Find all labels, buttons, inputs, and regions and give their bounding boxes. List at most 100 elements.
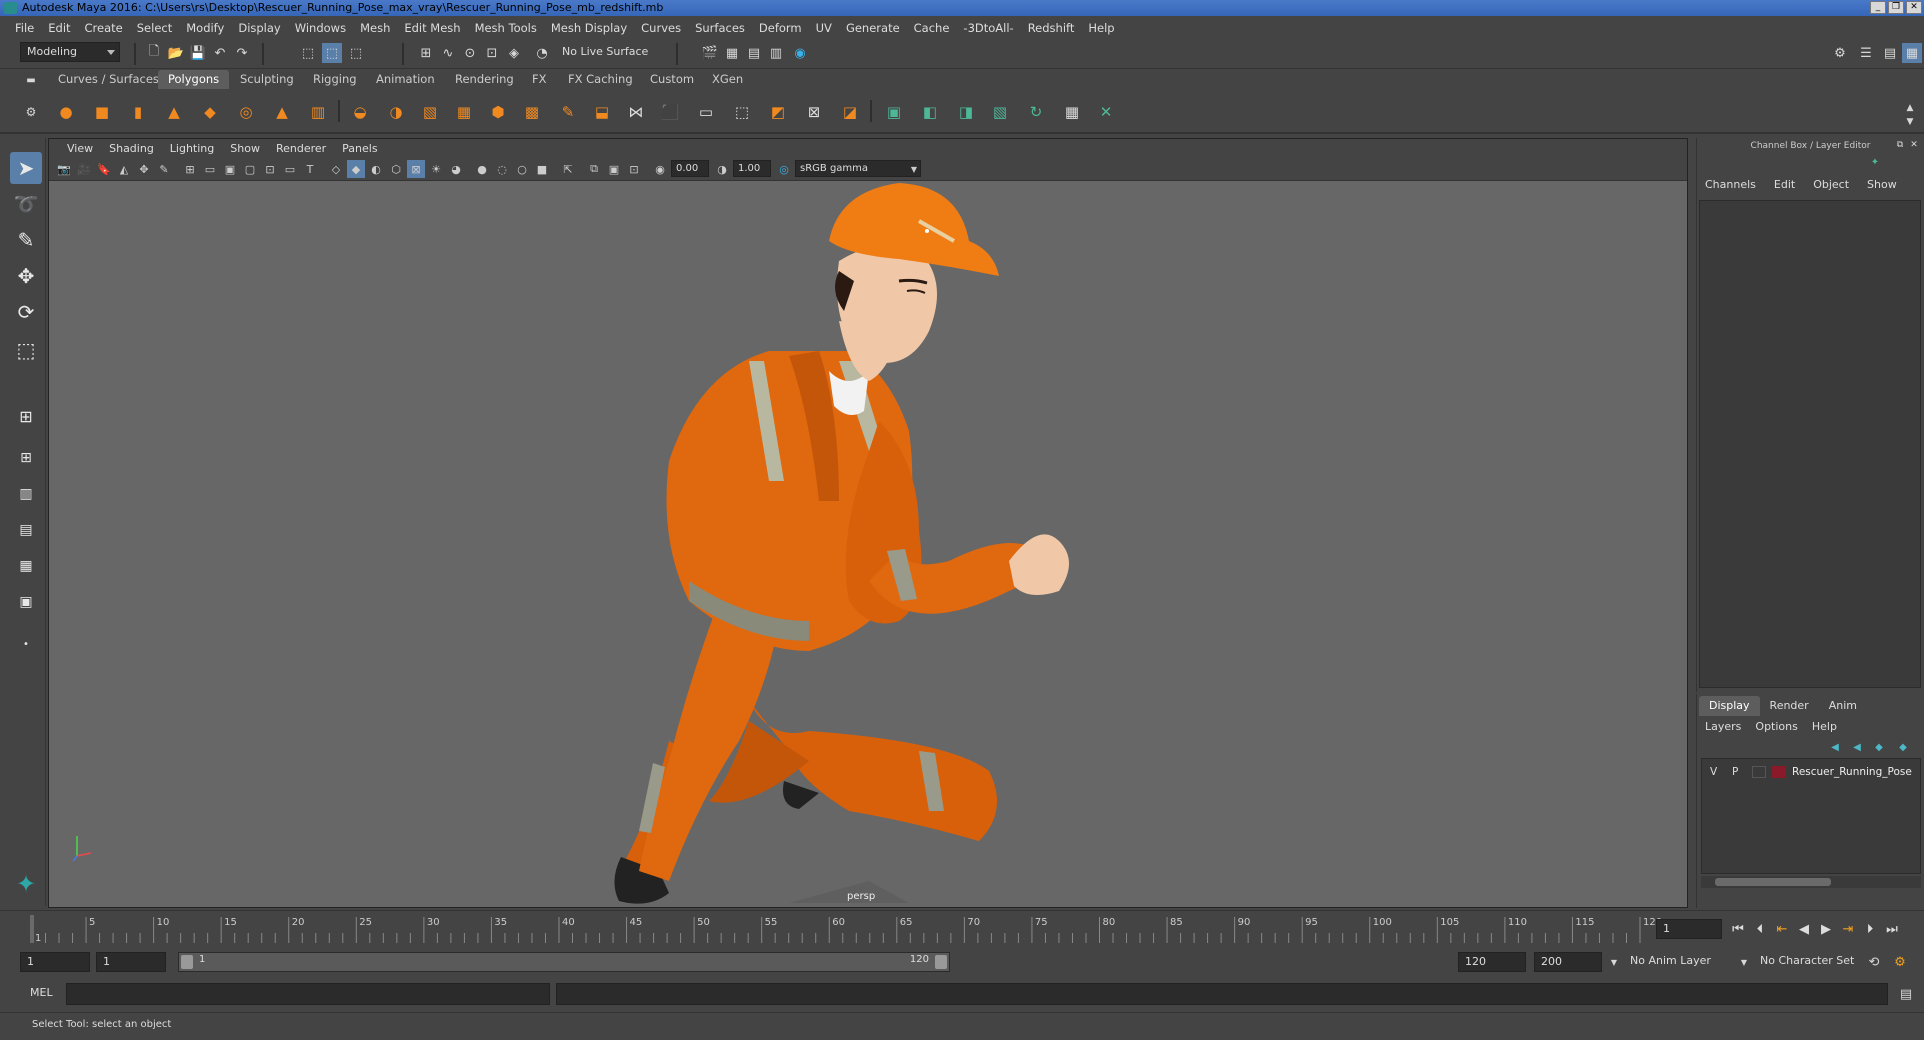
menu-select[interactable]: Select	[130, 21, 179, 35]
default-material-icon[interactable]: ◐	[367, 160, 385, 178]
mel-label[interactable]: MEL	[30, 986, 53, 999]
viewport-menu-show[interactable]: Show	[222, 142, 268, 155]
viewport-menu-renderer[interactable]: Renderer	[268, 142, 334, 155]
scale-tool-icon[interactable]: ⬚	[10, 334, 42, 366]
tab-sculpting[interactable]: Sculpting	[230, 70, 304, 89]
viewport-menu-shading[interactable]: Shading	[101, 142, 162, 155]
edit-menu[interactable]: Edit	[1774, 176, 1795, 194]
poly-cone-icon[interactable]: ▲	[160, 98, 188, 126]
auto-key-icon[interactable]: ⟲	[1864, 952, 1884, 972]
xray-joints-icon[interactable]: ▣	[605, 160, 623, 178]
scrollbar-thumb[interactable]	[1715, 878, 1831, 886]
tab-fx-caching[interactable]: FX Caching	[558, 70, 643, 89]
maximize-button[interactable]: ❐	[1888, 1, 1904, 14]
gate-mask-icon[interactable]: ▢	[241, 160, 259, 178]
menu-create[interactable]: Create	[78, 21, 130, 35]
planar-map-icon[interactable]: ▣	[880, 98, 908, 126]
move-layer-down-icon[interactable]: ◀	[1847, 740, 1867, 754]
field-chart-icon[interactable]: ⊡	[261, 160, 279, 178]
render-settings-icon[interactable]: ▤	[744, 43, 764, 63]
tab-polygons[interactable]: Polygons	[158, 70, 230, 89]
character-set-dropdown[interactable]: No Character Set	[1754, 952, 1870, 972]
wireframe-on-shaded-icon[interactable]: ⬡	[387, 160, 405, 178]
animation-end-field[interactable]: 200	[1534, 952, 1602, 972]
boolean-icon[interactable]: ⬢	[484, 98, 512, 126]
camera-attributes-icon[interactable]: 🎥	[75, 160, 93, 178]
extrude-icon[interactable]: ⬓	[588, 98, 616, 126]
layer-visibility-toggle[interactable]: V	[1710, 763, 1717, 781]
ambient-occlusion-icon[interactable]: ●	[473, 160, 491, 178]
layout-single-icon[interactable]: ⊞	[10, 442, 42, 474]
shelf-menu-icon[interactable]: ▬	[20, 70, 42, 90]
menu-curves[interactable]: Curves	[634, 21, 688, 35]
menu-set-dropdown[interactable]: Modeling	[20, 42, 120, 62]
step-forward-icon[interactable]: ⏵	[1860, 919, 1880, 939]
new-scene-icon[interactable]: 🗋	[144, 43, 164, 63]
bookmark-icon[interactable]: 🔖	[95, 160, 113, 178]
smooth-shade-icon[interactable]: ◆	[347, 160, 365, 178]
xray-icon[interactable]: ⧉	[585, 160, 603, 178]
show-menu[interactable]: Show	[1867, 176, 1897, 194]
layout-persp-graph-icon[interactable]: ▤	[10, 514, 42, 546]
viewport-menu-panels[interactable]: Panels	[334, 142, 385, 155]
ipr-render-icon[interactable]: ▦	[722, 43, 742, 63]
undo-icon[interactable]: ↶	[210, 43, 230, 63]
chevron-down-icon[interactable]: ▼	[1604, 952, 1624, 972]
viewport-menu-lighting[interactable]: Lighting	[162, 142, 222, 155]
go-to-start-icon[interactable]: ⏮	[1728, 919, 1748, 939]
resolution-gate-icon[interactable]: ▣	[221, 160, 239, 178]
poly-plane-icon[interactable]: ◆	[196, 98, 224, 126]
channel-box-toggle-icon[interactable]: ▦	[1902, 43, 1922, 63]
tab-fx[interactable]: FX	[522, 70, 557, 89]
minimize-button[interactable]: _	[1870, 1, 1886, 14]
channels-menu[interactable]: Channels	[1705, 176, 1756, 194]
mirror-icon[interactable]: ▩	[518, 98, 546, 126]
safe-title-icon[interactable]: T	[301, 160, 319, 178]
shelf-scroll-down-icon[interactable]: ▼	[1900, 112, 1920, 132]
camera-select-icon[interactable]: 📷	[55, 160, 73, 178]
image-plane-icon[interactable]: ◭	[115, 160, 133, 178]
tab-custom[interactable]: Custom	[640, 70, 704, 89]
tool-settings-icon[interactable]: ▤	[1880, 43, 1900, 63]
select-object-icon[interactable]: ⬚	[322, 43, 342, 63]
step-back-key-icon[interactable]: ⇤	[1772, 919, 1792, 939]
hypershade-icon[interactable]: ▥	[766, 43, 786, 63]
tab-display[interactable]: Display	[1699, 696, 1760, 716]
combine-icon[interactable]: ◒	[346, 98, 374, 126]
object-menu[interactable]: Object	[1813, 176, 1849, 194]
tab-curves-surfaces[interactable]: Curves / Surfaces	[48, 70, 169, 89]
float-panel-icon[interactable]: ⧉	[1893, 138, 1907, 152]
select-tool-icon[interactable]: ➤	[10, 152, 42, 184]
shadows-icon[interactable]: ◕	[447, 160, 465, 178]
bevel-icon[interactable]: ⬛	[656, 98, 684, 126]
separate-icon[interactable]: ◑	[382, 98, 410, 126]
layout-hypershade-icon[interactable]: ▣	[10, 586, 42, 618]
extract-icon[interactable]: ▧	[416, 98, 444, 126]
grease-pencil-icon[interactable]: ✎	[155, 160, 173, 178]
layer-color-swatch[interactable]	[1772, 766, 1786, 778]
close-button[interactable]: ✕	[1906, 1, 1922, 14]
automatic-map-icon[interactable]: ▧	[986, 98, 1014, 126]
menu-mesh-tools[interactable]: Mesh Tools	[468, 21, 544, 35]
snap-surface-icon[interactable]: ◈	[504, 43, 524, 63]
render-frame-icon[interactable]: 🎬	[700, 43, 720, 63]
menu-redshift[interactable]: Redshift	[1021, 21, 1082, 35]
merge-icon[interactable]: ⊠	[800, 98, 828, 126]
tab-xgen[interactable]: XGen	[702, 70, 753, 89]
insert-edge-loop-icon[interactable]: ▭	[692, 98, 720, 126]
timeline-ruler[interactable]: 15 10 15 20 25 30 35 40 45 50 55 60 65 70 75 80 85 90 95 10…	[0, 911, 1924, 949]
cylindrical-map-icon[interactable]: ◧	[916, 98, 944, 126]
play-forward-icon[interactable]: ▶	[1816, 919, 1836, 939]
menu-file[interactable]: File	[8, 21, 41, 35]
snap-curve-icon[interactable]: ∿	[438, 43, 458, 63]
menu-cache[interactable]: Cache	[907, 21, 957, 35]
spherical-map-icon[interactable]: ◨	[952, 98, 980, 126]
gamma-icon[interactable]: ◑	[713, 160, 731, 178]
time-slider[interactable]: 1 5 10 15 20 25 30 35 40 45 50 55 60 65 70 75 80 85 90 95 10…	[0, 910, 1924, 948]
attribute-editor-icon[interactable]: ☰	[1856, 43, 1876, 63]
snap-point-icon[interactable]: ⊙	[460, 43, 480, 63]
tab-rigging[interactable]: Rigging	[303, 70, 367, 89]
animation-preferences-icon[interactable]: ⚙	[1890, 952, 1910, 972]
layers-menu[interactable]: Layers	[1705, 718, 1741, 736]
playback-end-field[interactable]: 120	[1458, 952, 1526, 972]
